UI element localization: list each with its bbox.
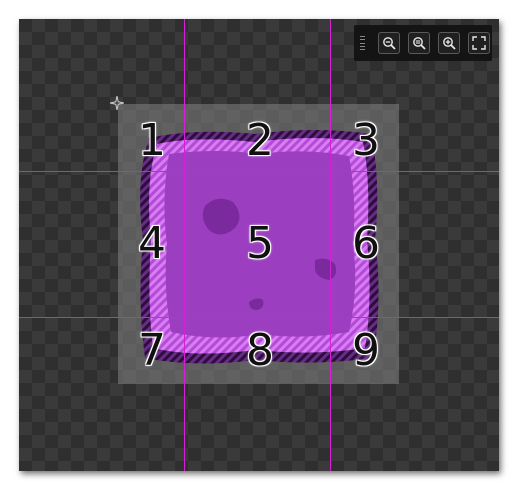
slice-guide-left[interactable] <box>184 19 185 471</box>
slice-label-3: 3 <box>352 115 380 166</box>
slice-label-4: 4 <box>138 218 166 269</box>
slice-guide-bottom[interactable] <box>19 317 499 318</box>
toolbar-grip-icon[interactable] <box>358 36 366 50</box>
slice-label-9: 9 <box>352 325 380 376</box>
zoom-out-button[interactable] <box>378 32 400 54</box>
zoom-reset-button[interactable] <box>408 32 430 54</box>
origin-marker-icon[interactable] <box>110 96 124 110</box>
fullscreen-icon <box>472 36 486 50</box>
slice-label-2: 2 <box>246 115 274 166</box>
slice-label-8: 8 <box>246 325 274 376</box>
sprite-editor-canvas[interactable]: 1 2 3 4 5 6 7 8 9 <box>19 19 499 471</box>
zoom-toolbar <box>354 25 492 61</box>
zoom-in-icon <box>443 37 456 50</box>
slice-label-5: 5 <box>246 218 274 269</box>
slice-guide-right[interactable] <box>330 19 331 471</box>
fullscreen-button[interactable] <box>468 32 490 54</box>
zoom-reset-icon <box>413 37 426 50</box>
slice-label-7: 7 <box>138 325 166 376</box>
slice-guide-top[interactable] <box>19 171 499 172</box>
slice-label-6: 6 <box>352 218 380 269</box>
slice-label-1: 1 <box>138 115 166 166</box>
zoom-in-button[interactable] <box>438 32 460 54</box>
zoom-out-icon <box>383 37 396 50</box>
